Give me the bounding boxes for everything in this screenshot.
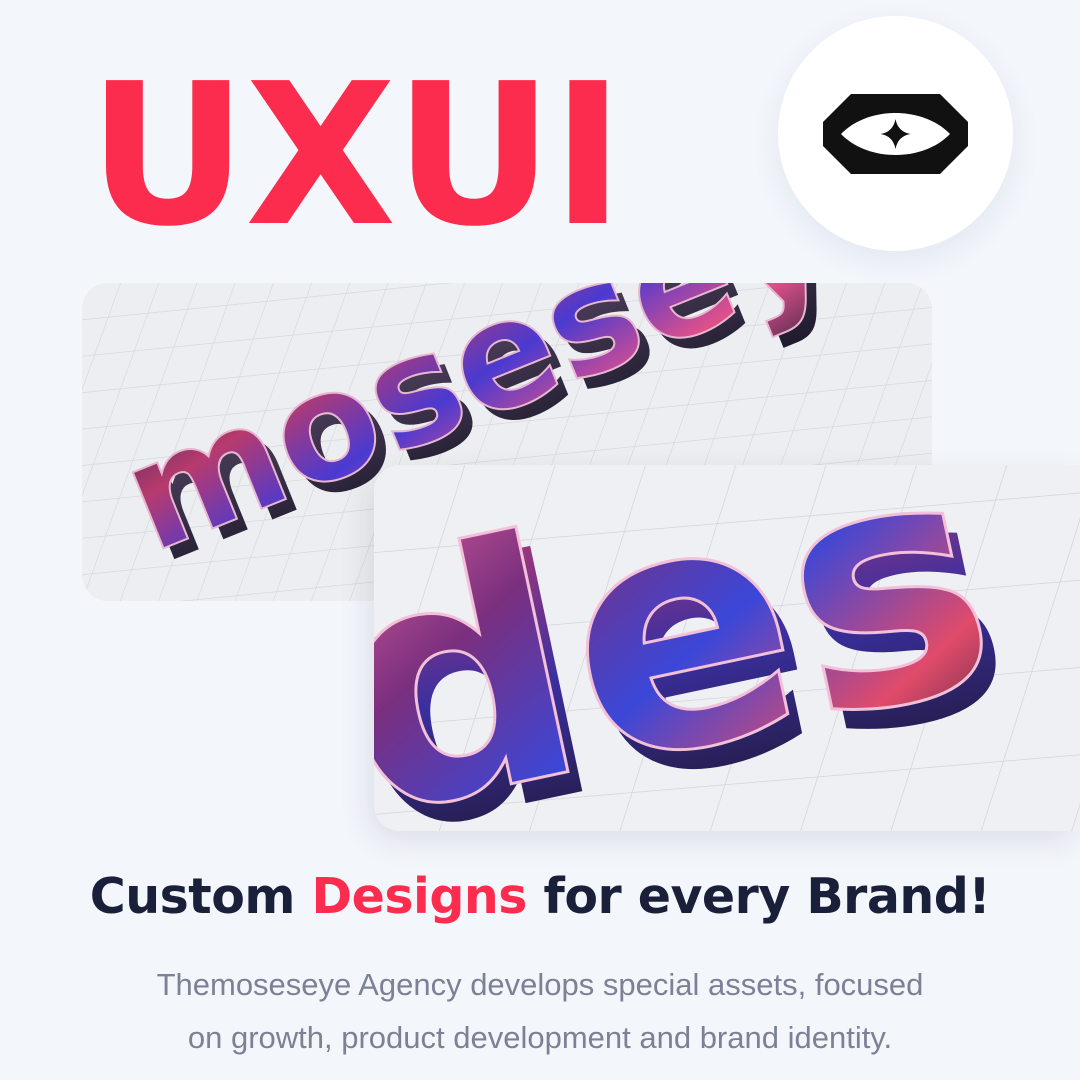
image-card-lettering-closeup: des des — [374, 465, 1080, 831]
tagline-part-1: Custom — [89, 868, 312, 925]
tagline: Custom Designs for every Brand! — [0, 865, 1080, 929]
hero-title: UXUI — [88, 42, 624, 270]
moseseye-logo-icon — [823, 93, 968, 174]
description: Themoseseye Agency develops special asse… — [90, 958, 990, 1064]
brand-logo — [778, 16, 1013, 251]
description-line-2: on growth, product development and brand… — [187, 1020, 893, 1055]
description-line-1: Themoseseye Agency develops special asse… — [156, 967, 924, 1002]
tagline-highlight: Designs — [311, 868, 527, 925]
tagline-part-2: for every Brand! — [526, 868, 991, 925]
